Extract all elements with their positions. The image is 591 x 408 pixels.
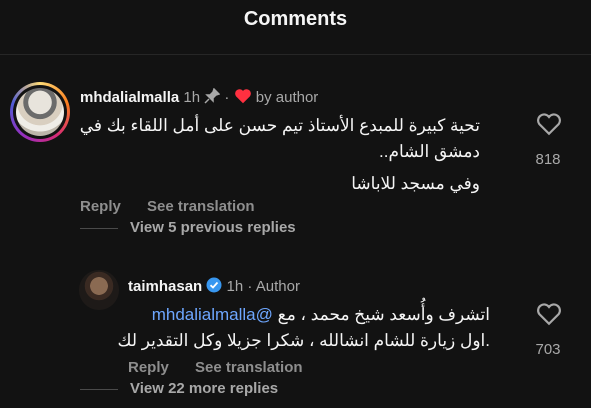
heart-filled-icon — [234, 88, 252, 108]
avatar-photo — [16, 88, 64, 136]
meta-separator: · — [224, 88, 230, 106]
avatar-ring-inner — [13, 85, 67, 139]
header-divider — [0, 54, 591, 55]
comment-username[interactable]: taimhasan — [128, 278, 202, 295]
comment-time: 1h — [183, 88, 201, 106]
comment-line: دمشق الشام.. — [379, 142, 480, 161]
author-label: Author — [255, 277, 300, 295]
see-translation-button[interactable]: See translation — [147, 198, 255, 215]
header: Comments — [0, 0, 591, 40]
comment-time: 1h — [226, 277, 244, 295]
page-title: Comments — [243, 8, 348, 30]
verified-badge-icon — [206, 277, 222, 297]
comment-meta: taimhasan 1h · Author — [128, 277, 300, 297]
like-count: 818 — [535, 151, 561, 168]
comment-meta: mhdalialmalla 1h · by author — [80, 87, 319, 108]
like-heart-icon[interactable] — [536, 112, 562, 141]
comment-line: وفي مسجد للاباشا — [351, 174, 480, 193]
see-translation-button[interactable]: See translation — [195, 359, 303, 376]
comment-line: اتشرف وأُسعد شيخ محمد ، مع @mhdalialmall… — [100, 302, 490, 328]
like-heart-icon[interactable] — [536, 302, 562, 331]
comment-text: اتشرف وأُسعد شيخ محمد ، مع @mhdalialmall… — [100, 302, 491, 354]
mention-link[interactable]: @mhdalialmalla — [152, 305, 273, 324]
comment-text: تحية كبيرة للمبدع الأستاذ تيم حسن على أم… — [60, 113, 480, 197]
replies-line — [80, 389, 118, 390]
comment-username[interactable]: mhdalialmalla — [80, 89, 179, 106]
comment-text-part: اتشرف وأُسعد شيخ محمد ، مع — [277, 305, 490, 324]
like-count: 703 — [535, 341, 561, 358]
pin-icon — [204, 87, 221, 108]
view-replies-button[interactable]: View 22 more replies — [130, 380, 278, 397]
meta-separator: · — [247, 277, 253, 295]
comment-line: .اول زيارة للشام انشالله ، شكرا جزيلا وك… — [117, 331, 491, 350]
view-replies-button[interactable]: View 5 previous replies — [130, 219, 296, 236]
reply-button[interactable]: Reply — [128, 359, 169, 376]
author-liked-label: by author — [255, 88, 319, 106]
reply-button[interactable]: Reply — [80, 198, 121, 215]
comment-line: تحية كبيرة للمبدع الأستاذ تيم حسن على أم… — [79, 116, 480, 135]
replies-line — [80, 228, 118, 229]
